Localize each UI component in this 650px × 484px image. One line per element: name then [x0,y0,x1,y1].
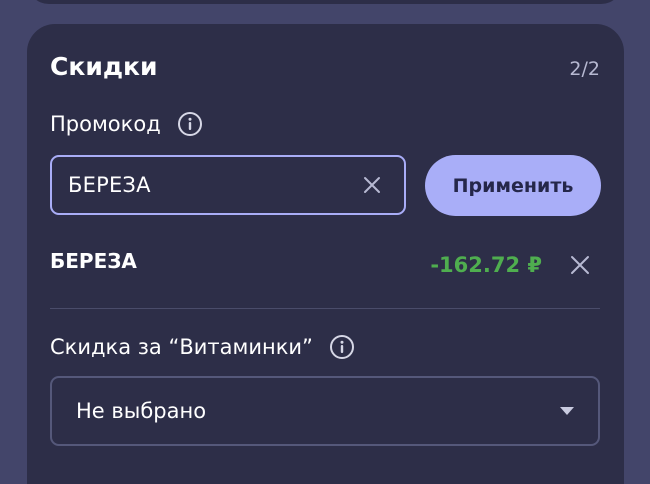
info-icon[interactable] [177,111,203,137]
vitamin-discount-selected[interactable]: Не выбрано [76,399,206,423]
promo-label: Промокод [50,112,161,136]
info-icon[interactable] [329,334,355,360]
discounts-counter: 2/2 [569,58,600,80]
applied-promo-amount: -162.72 ₽ [430,253,542,277]
discounts-card: Скидки 2/2 Промокод БЕРЕЗА Применить БЕР… [27,24,624,484]
vitamin-label-row: Скидка за “Витаминки” [50,334,355,360]
promo-code-input[interactable]: БЕРЕЗА [50,155,406,215]
previous-card [27,0,623,4]
vitamin-discount-select[interactable]: Не выбрано [50,376,600,446]
caret-down-icon[interactable] [560,407,574,415]
clear-input-icon[interactable] [362,175,382,195]
divider [50,308,600,309]
discounts-title: Скидки [50,52,158,81]
applied-promo-code: БЕРЕЗА [50,249,137,273]
promo-label-row: Промокод [50,111,203,137]
apply-promo-button[interactable]: Применить [425,155,601,216]
remove-promo-icon[interactable] [569,254,591,276]
vitamin-discount-label: Скидка за “Витаминки” [50,335,313,359]
promo-code-value[interactable]: БЕРЕЗА [68,173,151,197]
